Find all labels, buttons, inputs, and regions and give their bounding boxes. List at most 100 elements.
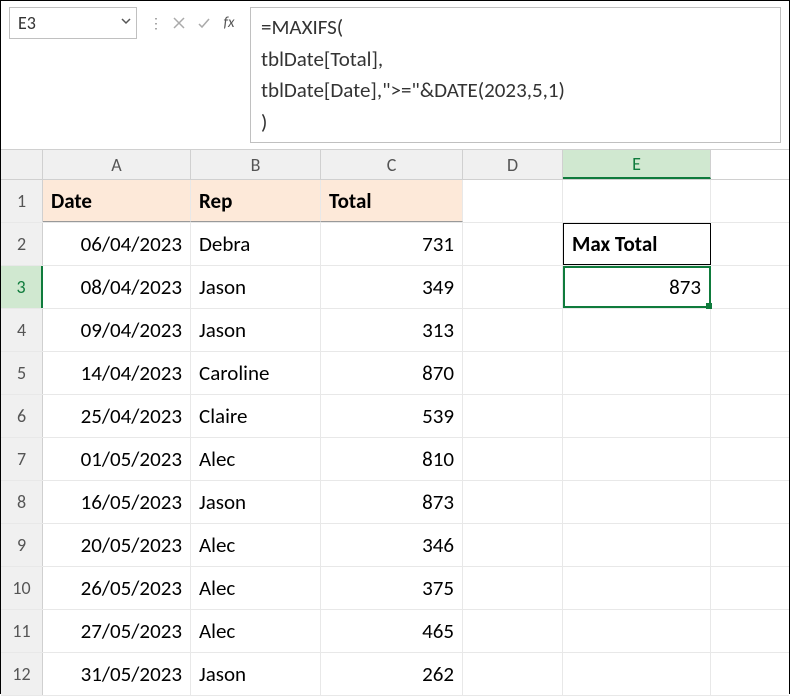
cell-A7[interactable]: 01/05/2023 bbox=[43, 438, 191, 480]
col-header-A[interactable]: A bbox=[43, 150, 191, 179]
cell-A3[interactable]: 08/04/2023 bbox=[43, 266, 191, 308]
cell-D8[interactable] bbox=[463, 481, 563, 523]
cell-C5[interactable]: 870 bbox=[321, 352, 463, 394]
cell-A2[interactable]: 06/04/2023 bbox=[43, 223, 191, 265]
formula-input[interactable]: =MAXIFS( tblDate[Total], tblDate[Date],"… bbox=[250, 7, 781, 143]
row-header-12[interactable]: 12 bbox=[1, 653, 43, 695]
cell-A9[interactable]: 20/05/2023 bbox=[43, 524, 191, 566]
col-header-C[interactable]: C bbox=[321, 150, 463, 179]
row-header-7[interactable]: 7 bbox=[1, 438, 43, 480]
row-header-9[interactable]: 9 bbox=[1, 524, 43, 566]
cell-E3[interactable]: 873 bbox=[563, 266, 711, 308]
cell-C3[interactable]: 349 bbox=[321, 266, 463, 308]
cell-D1[interactable] bbox=[463, 180, 563, 222]
cell-B6[interactable]: Claire bbox=[191, 395, 321, 437]
cell-A4[interactable]: 09/04/2023 bbox=[43, 309, 191, 351]
select-all-corner[interactable] bbox=[1, 150, 43, 179]
fx-icon[interactable]: fx bbox=[218, 12, 240, 34]
formula-bar-buttons: ⋮ fx bbox=[143, 7, 244, 39]
cell-E1[interactable] bbox=[563, 180, 711, 222]
cell-E10[interactable] bbox=[563, 567, 711, 609]
cell-D2[interactable] bbox=[463, 223, 563, 265]
cell-B12[interactable]: Jason bbox=[191, 653, 321, 695]
row-header-3[interactable]: 3 bbox=[1, 266, 43, 308]
cell-E6[interactable] bbox=[563, 395, 711, 437]
enter-icon[interactable] bbox=[193, 12, 215, 34]
cell-C11[interactable]: 465 bbox=[321, 610, 463, 652]
row-5: 5 14/04/2023 Caroline 870 bbox=[1, 352, 789, 395]
row-header-1[interactable]: 1 bbox=[1, 180, 43, 222]
cell-C8[interactable]: 873 bbox=[321, 481, 463, 523]
row-4: 4 09/04/2023 Jason 313 bbox=[1, 309, 789, 352]
cell-D9[interactable] bbox=[463, 524, 563, 566]
cell-C9[interactable]: 346 bbox=[321, 524, 463, 566]
cell-B4[interactable]: Jason bbox=[191, 309, 321, 351]
cell-C2[interactable]: 731 bbox=[321, 223, 463, 265]
cell-D4[interactable] bbox=[463, 309, 563, 351]
row-8: 8 16/05/2023 Jason 873 bbox=[1, 481, 789, 524]
cell-B2[interactable]: Debra bbox=[191, 223, 321, 265]
row-7: 7 01/05/2023 Alec 810 bbox=[1, 438, 789, 481]
cell-A8[interactable]: 16/05/2023 bbox=[43, 481, 191, 523]
row-1: 1 Date Rep Total bbox=[1, 180, 789, 223]
vertical-dots-icon: ⋮ bbox=[147, 15, 165, 32]
row-header-11[interactable]: 11 bbox=[1, 610, 43, 652]
cell-E12[interactable] bbox=[563, 653, 711, 695]
cell-A12[interactable]: 31/05/2023 bbox=[43, 653, 191, 695]
col-header-D[interactable]: D bbox=[463, 150, 563, 179]
spreadsheet-grid: A B C D E 1 Date Rep Total 2 06/04/2023 … bbox=[1, 150, 789, 696]
cell-E2[interactable]: Max Total bbox=[563, 223, 711, 265]
cell-A6[interactable]: 25/04/2023 bbox=[43, 395, 191, 437]
cell-C1[interactable]: Total bbox=[321, 180, 463, 222]
cell-D6[interactable] bbox=[463, 395, 563, 437]
row-header-2[interactable]: 2 bbox=[1, 223, 43, 265]
cell-B11[interactable]: Alec bbox=[191, 610, 321, 652]
cell-B10[interactable]: Alec bbox=[191, 567, 321, 609]
row-3: 3 08/04/2023 Jason 349 873 bbox=[1, 266, 789, 309]
cell-D11[interactable] bbox=[463, 610, 563, 652]
cell-C7[interactable]: 810 bbox=[321, 438, 463, 480]
cell-A5[interactable]: 14/04/2023 bbox=[43, 352, 191, 394]
row-header-5[interactable]: 5 bbox=[1, 352, 43, 394]
row-12: 12 31/05/2023 Jason 262 bbox=[1, 653, 789, 696]
cell-C10[interactable]: 375 bbox=[321, 567, 463, 609]
cell-B7[interactable]: Alec bbox=[191, 438, 321, 480]
row-header-6[interactable]: 6 bbox=[1, 395, 43, 437]
cell-B9[interactable]: Alec bbox=[191, 524, 321, 566]
cell-B8[interactable]: Jason bbox=[191, 481, 321, 523]
cell-D3[interactable] bbox=[463, 266, 563, 308]
cell-B3[interactable]: Jason bbox=[191, 266, 321, 308]
cell-E11[interactable] bbox=[563, 610, 711, 652]
cell-D12[interactable] bbox=[463, 653, 563, 695]
cell-E7[interactable] bbox=[563, 438, 711, 480]
cell-D10[interactable] bbox=[463, 567, 563, 609]
cell-E4[interactable] bbox=[563, 309, 711, 351]
formula-line-4: ) bbox=[261, 109, 267, 135]
row-header-10[interactable]: 10 bbox=[1, 567, 43, 609]
cell-A11[interactable]: 27/05/2023 bbox=[43, 610, 191, 652]
cell-D5[interactable] bbox=[463, 352, 563, 394]
row-header-8[interactable]: 8 bbox=[1, 481, 43, 523]
formula-bar-area: E3 ⋮ fx =MAXIFS( tblDate[Total], tblDate… bbox=[1, 1, 789, 150]
row-2: 2 06/04/2023 Debra 731 Max Total bbox=[1, 223, 789, 266]
cell-E8[interactable] bbox=[563, 481, 711, 523]
cell-A10[interactable]: 26/05/2023 bbox=[43, 567, 191, 609]
row-11: 11 27/05/2023 Alec 465 bbox=[1, 610, 789, 653]
cell-D7[interactable] bbox=[463, 438, 563, 480]
col-header-E[interactable]: E bbox=[563, 150, 711, 179]
cell-E9[interactable] bbox=[563, 524, 711, 566]
cell-C4[interactable]: 313 bbox=[321, 309, 463, 351]
name-box-value: E3 bbox=[18, 12, 36, 34]
cell-C12[interactable]: 262 bbox=[321, 653, 463, 695]
cell-B5[interactable]: Caroline bbox=[191, 352, 321, 394]
row-9: 9 20/05/2023 Alec 346 bbox=[1, 524, 789, 567]
col-header-B[interactable]: B bbox=[191, 150, 321, 179]
name-box[interactable]: E3 bbox=[9, 7, 137, 39]
cancel-icon[interactable] bbox=[168, 12, 190, 34]
cell-A1[interactable]: Date bbox=[43, 180, 191, 222]
cell-B1[interactable]: Rep bbox=[191, 180, 321, 222]
row-header-4[interactable]: 4 bbox=[1, 309, 43, 351]
cell-E5[interactable] bbox=[563, 352, 711, 394]
cell-C6[interactable]: 539 bbox=[321, 395, 463, 437]
chevron-down-icon[interactable] bbox=[120, 15, 132, 31]
